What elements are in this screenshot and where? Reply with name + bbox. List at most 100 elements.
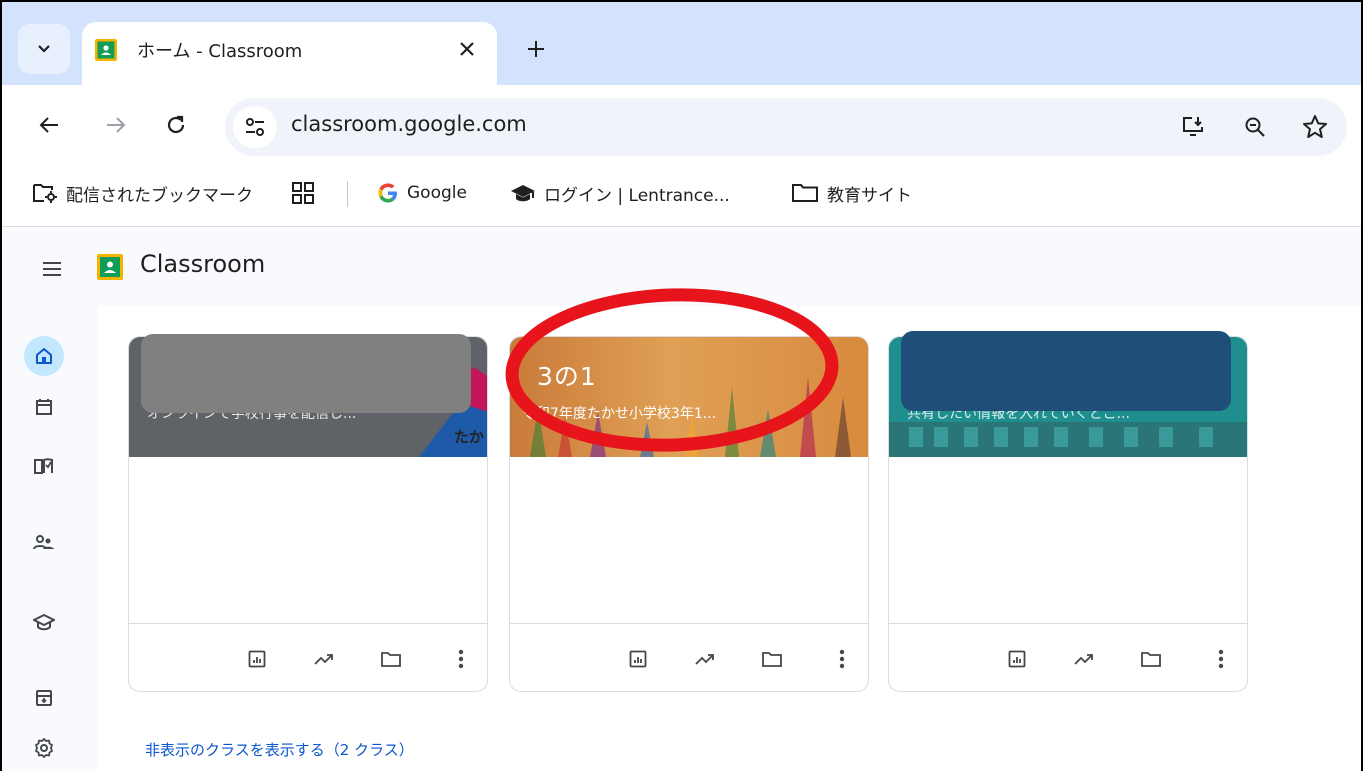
gradebook-button[interactable] — [624, 645, 652, 673]
back-button[interactable] — [32, 108, 66, 142]
reload-button[interactable] — [159, 108, 193, 142]
classroom-logo-icon — [97, 254, 123, 280]
nav-enrolled[interactable] — [24, 522, 64, 562]
class-card[interactable]: 3の1 令和7年度たかせ小学校3年1... — [509, 336, 869, 692]
forward-button[interactable] — [99, 108, 133, 142]
zoom-out-icon — [1245, 117, 1265, 137]
open-folder-button[interactable] — [1137, 645, 1165, 673]
url-text[interactable]: classroom.google.com — [291, 112, 527, 136]
class-card-actions — [889, 624, 1247, 691]
analytics-button[interactable] — [1070, 645, 1098, 673]
gear-icon — [35, 738, 53, 758]
more-vert-icon — [458, 649, 464, 669]
arrow-left-icon — [39, 117, 58, 133]
bookmarks-bar: 配信されたブックマーク Google ログイン | Lentrance... 教… — [2, 161, 1361, 227]
browser-tab-active[interactable]: ホーム - Classroom — [82, 22, 497, 85]
managed-bookmarks-folder-icon — [33, 184, 57, 203]
calendar-icon — [36, 399, 52, 415]
install-app-button[interactable] — [1178, 112, 1208, 142]
browser-toolbar: classroom.google.com — [2, 85, 1361, 161]
bookmark-login-label: ログイン | Lentrance... — [544, 185, 730, 206]
class-banner[interactable]: 3の1 令和7年度たかせ小学校3年1... — [510, 337, 868, 457]
home-icon — [36, 348, 52, 364]
class-card-actions — [510, 624, 868, 691]
classroom-favicon-icon — [95, 39, 117, 61]
more-vert-icon — [1218, 649, 1224, 669]
nav-home[interactable] — [24, 336, 64, 376]
star-icon — [1303, 115, 1327, 138]
class-name[interactable]: 3の1 — [537, 357, 597, 393]
trending-up-icon — [314, 654, 333, 665]
redaction-block — [901, 331, 1231, 411]
new-tab-button[interactable] — [519, 32, 553, 66]
class-card-actions — [129, 624, 487, 691]
bookmark-folder-label: 教育サイト — [827, 185, 912, 206]
school-icon — [33, 614, 55, 631]
side-navigation — [2, 306, 98, 771]
folder-icon — [1141, 652, 1161, 667]
gradebook-icon — [1008, 650, 1026, 668]
trending-up-icon — [695, 654, 714, 665]
apps-shortcut[interactable] — [292, 178, 322, 208]
more-options-button[interactable] — [1207, 645, 1235, 673]
nav-teaching[interactable] — [24, 602, 64, 642]
nav-calendar[interactable] — [24, 387, 64, 427]
tab-close-button[interactable] — [452, 34, 482, 64]
address-bar[interactable]: classroom.google.com — [225, 98, 1347, 156]
folder-icon — [792, 184, 818, 202]
redaction-block — [141, 334, 471, 413]
google-g-icon — [378, 183, 397, 203]
app-header: Classroom — [2, 228, 1361, 306]
class-subtitle: 令和7年度たかせ小学校3年1... — [522, 406, 717, 422]
site-info-button[interactable] — [233, 106, 277, 148]
gradebook-button[interactable] — [243, 645, 271, 673]
tab-title: ホーム - Classroom — [137, 41, 303, 62]
bookmark-google[interactable]: Google — [377, 178, 467, 208]
arrow-right-icon — [107, 117, 126, 133]
trending-up-icon — [1074, 654, 1093, 665]
show-hidden-classes-link[interactable]: 非表示のクラスを表示する（2 クラス） — [145, 739, 414, 760]
bookmark-managed-label: 配信されたブックマーク — [66, 185, 253, 206]
folder-icon — [762, 652, 782, 667]
plus-icon — [528, 41, 544, 57]
reload-icon — [167, 115, 185, 134]
bookmark-google-label: Google — [407, 183, 467, 203]
people-icon — [33, 535, 54, 550]
open-folder-button[interactable] — [758, 645, 786, 673]
more-options-button[interactable] — [828, 645, 856, 673]
nav-archived[interactable] — [24, 678, 64, 718]
gradebook-icon — [248, 650, 266, 668]
colored-pencils-illustration — [530, 377, 851, 457]
close-icon — [460, 42, 474, 56]
zoom-button[interactable] — [1240, 112, 1270, 142]
bookmarks-separator — [347, 181, 348, 207]
gradebook-button[interactable] — [1003, 645, 1031, 673]
gradebook-icon — [629, 650, 647, 668]
bookmark-star-button[interactable] — [1300, 112, 1330, 142]
graduation-cap-icon — [511, 185, 535, 202]
nav-settings[interactable] — [24, 728, 64, 768]
analytics-button[interactable] — [310, 645, 338, 673]
archive-icon — [36, 690, 52, 706]
open-folder-button[interactable] — [377, 645, 405, 673]
class-card-body[interactable] — [889, 457, 1247, 624]
analytics-button[interactable] — [691, 645, 719, 673]
more-vert-icon — [839, 649, 845, 669]
svg-text:たか: たか — [454, 428, 484, 446]
chevron-down-icon — [38, 45, 50, 53]
nav-todo[interactable] — [24, 446, 64, 486]
app-title[interactable]: Classroom — [140, 250, 265, 278]
tab-search-button[interactable] — [18, 24, 70, 74]
install-desktop-icon — [1183, 117, 1203, 136]
class-card-body[interactable] — [129, 457, 487, 624]
bookmark-login[interactable]: ログイン | Lentrance... — [510, 178, 730, 208]
folder-icon — [381, 652, 401, 667]
main-menu-button[interactable] — [37, 254, 67, 284]
more-options-button[interactable] — [447, 645, 475, 673]
tab-strip: ホーム - Classroom — [2, 2, 1361, 85]
menu-icon — [43, 262, 61, 276]
class-card-body[interactable] — [510, 457, 868, 624]
bookmark-managed[interactable]: 配信されたブックマーク — [32, 178, 253, 208]
bookmark-folder-education[interactable]: 教育サイト — [791, 178, 912, 208]
apps-grid-icon — [292, 182, 314, 204]
